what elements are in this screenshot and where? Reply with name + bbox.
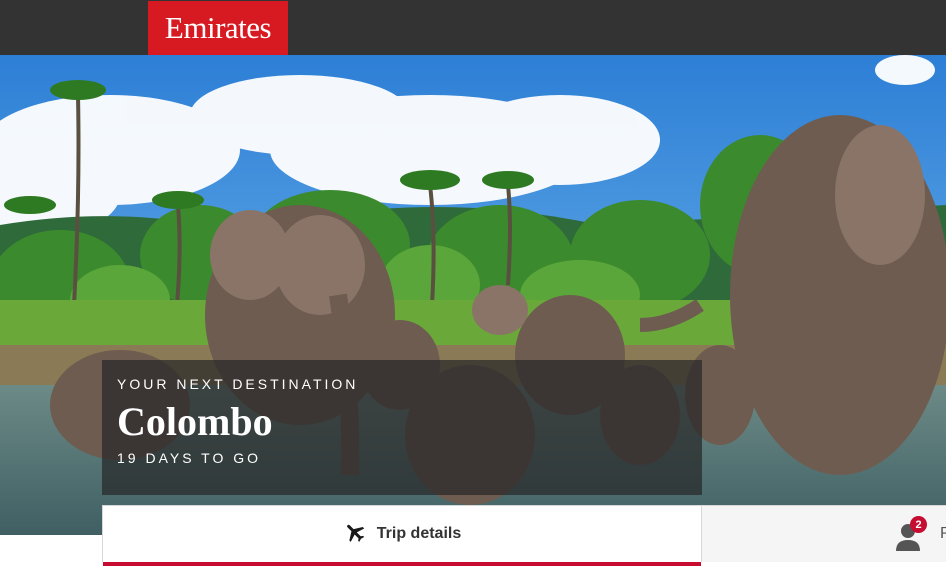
hero-banner: YOUR NEXT DESTINATION Colombo 19 DAYS TO… xyxy=(0,55,946,535)
airplane-icon xyxy=(343,520,367,549)
next-destination-panel: YOUR NEXT DESTINATION Colombo 19 DAYS TO… xyxy=(102,360,702,495)
tab-trip-details-label: Trip details xyxy=(376,525,462,542)
destination-city: Colombo xyxy=(117,399,273,444)
emirates-logo[interactable]: Emirates xyxy=(148,1,288,55)
tab-profile-label: P xyxy=(940,525,946,542)
profile-icon-wrap: 2 xyxy=(894,516,927,552)
notification-badge: 2 xyxy=(910,516,927,533)
top-navigation-bar: Emirates xyxy=(0,0,946,55)
tab-trip-details[interactable]: Trip details xyxy=(102,505,702,566)
tab-profile[interactable]: 2 P xyxy=(702,505,946,562)
destination-eyebrow: YOUR NEXT DESTINATION xyxy=(117,376,359,392)
trip-tabs: Trip details 2 P xyxy=(0,505,946,567)
person-icon xyxy=(894,524,924,556)
days-to-go: 19 DAYS TO GO xyxy=(117,450,262,466)
